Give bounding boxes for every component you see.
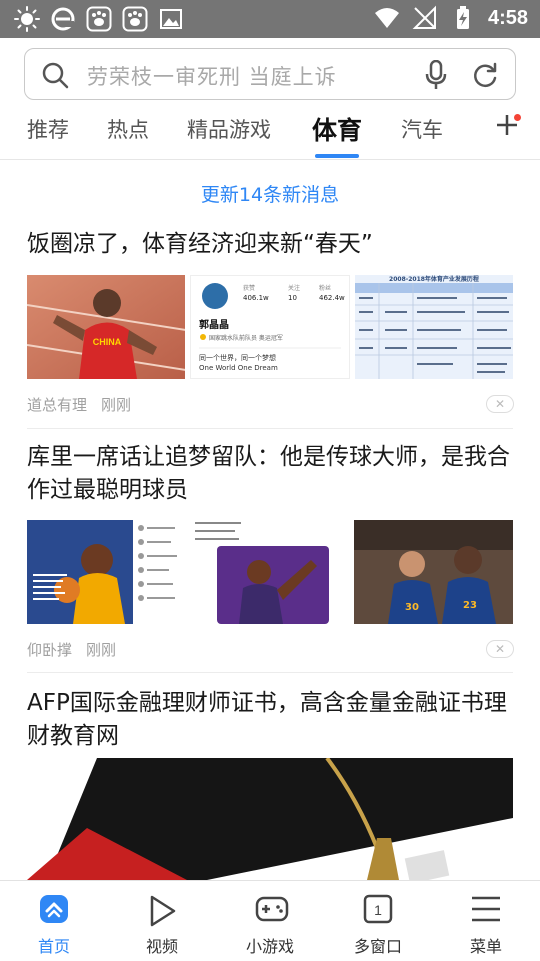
thumbnail-sprinter[interactable]: CHINA xyxy=(27,275,185,379)
stat-label: 关注 xyxy=(288,284,300,292)
bottom-nav: 首页 视频 小游戏 1 多窗口 菜单 xyxy=(0,880,540,960)
thumbnail-table[interactable]: 2008-2018年体育产业发展历程 xyxy=(355,275,513,379)
dismiss-button[interactable]: ✕ xyxy=(486,640,514,658)
profile-motto-en: One World One Dream xyxy=(199,364,278,372)
search-input[interactable]: 劳荣枝一审死刑 当庭上诉 xyxy=(87,61,337,91)
nav-video-label: 视频 xyxy=(145,937,178,956)
jersey-number: 30 xyxy=(405,602,419,613)
jersey-number: 23 xyxy=(463,600,477,611)
active-tab-indicator xyxy=(315,154,359,158)
search-bar[interactable]: 劳荣枝一审死刑 当庭上诉 xyxy=(24,48,516,100)
profile-bio: 国家跳水队前队员 奥运冠军 xyxy=(209,334,283,342)
gamepad-icon[interactable] xyxy=(255,894,289,924)
profile-motto: 同一个世界，同一个梦想 xyxy=(199,353,276,362)
play-icon[interactable] xyxy=(147,894,177,928)
article-source[interactable]: 道总有理 xyxy=(27,396,87,414)
article-image-graduation-cap[interactable] xyxy=(27,758,513,880)
thumbnail-player-list[interactable] xyxy=(190,520,350,624)
notification-dot xyxy=(514,114,521,121)
stat-value: 406.1w xyxy=(243,294,269,302)
home-icon[interactable] xyxy=(39,894,69,924)
stat-label: 粉丝 xyxy=(319,284,331,292)
nav-windows[interactable]: 1 多窗口 xyxy=(333,881,423,961)
clock: 4:58 xyxy=(487,6,528,29)
nav-home-label: 首页 xyxy=(37,937,70,956)
nav-windows-label: 多窗口 xyxy=(353,937,402,956)
article-time: 刚刚 xyxy=(86,641,117,659)
thumbnail-two-players[interactable]: 30 23 xyxy=(354,520,514,624)
tab-games[interactable]: 精品游戏 xyxy=(187,114,271,144)
close-icon[interactable]: ✕ xyxy=(495,642,505,656)
refresh-icon[interactable] xyxy=(471,61,499,89)
table-heading: 2008-2018年体育产业发展历程 xyxy=(389,275,479,283)
sun-icon xyxy=(14,6,40,32)
feed-divider xyxy=(27,428,513,429)
stat-value: 462.4w xyxy=(319,294,345,302)
gallery-icon xyxy=(160,9,182,29)
baidu-paw-icon xyxy=(122,6,148,32)
dismiss-button[interactable]: ✕ xyxy=(486,395,514,413)
stat-value: 10 xyxy=(288,294,297,302)
article-meta: 道总有理 刚刚 xyxy=(27,394,131,415)
nav-mini-games-label: 小游戏 xyxy=(245,937,294,956)
tab-recommended[interactable]: 推荐 xyxy=(27,114,69,144)
nav-home[interactable]: 首页 xyxy=(9,881,99,961)
window-count: 1 xyxy=(374,902,382,918)
battery-charging-icon xyxy=(456,6,469,29)
menu-icon[interactable] xyxy=(471,894,501,924)
feed-divider xyxy=(27,672,513,673)
update-notice[interactable]: 更新14条新消息 xyxy=(0,180,540,207)
close-icon[interactable]: ✕ xyxy=(495,397,505,411)
microphone-icon[interactable] xyxy=(425,60,447,90)
article-meta: 仰卧撑 刚刚 xyxy=(27,639,116,660)
status-bar: 4:58 xyxy=(0,0,540,38)
wifi-icon xyxy=(374,8,399,28)
nav-video[interactable]: 视频 xyxy=(117,881,207,961)
article-title[interactable]: 饭圈凉了，体育经济迎来新“春天” xyxy=(27,228,517,261)
profile-name: 郭晶晶 xyxy=(199,318,229,331)
article-title[interactable]: AFP国际金融理财师证书，高含金量金融证书理财教育网 xyxy=(27,687,517,753)
article-thumbnails[interactable]: 30 23 xyxy=(27,520,514,624)
baidu-paw-icon xyxy=(86,6,112,32)
article-thumbnails[interactable]: CHINA 获赞 406.1w 关注 10 粉丝 462.4w 郭晶晶 国家跳水… xyxy=(27,275,513,379)
tabs-divider xyxy=(0,159,540,160)
windows-icon[interactable]: 1 xyxy=(363,894,393,924)
article-time: 刚刚 xyxy=(101,396,132,414)
nav-menu[interactable]: 菜单 xyxy=(441,881,531,961)
nav-mini-games[interactable]: 小游戏 xyxy=(225,881,315,961)
tab-hot[interactable]: 热点 xyxy=(107,114,149,144)
thumbnail-profile[interactable]: 获赞 406.1w 关注 10 粉丝 462.4w 郭晶晶 国家跳水队前队员 奥… xyxy=(190,275,350,379)
tab-sports[interactable]: 体育 xyxy=(312,111,362,147)
nav-menu-label: 菜单 xyxy=(469,937,502,956)
ie-browser-icon xyxy=(51,7,75,31)
search-icon[interactable] xyxy=(41,61,69,89)
tab-auto[interactable]: 汽车 xyxy=(401,114,443,144)
article-title[interactable]: 库里一席话让追梦留队：他是传球大师，是我合作过最聪明球员 xyxy=(27,441,517,507)
jersey-text: CHINA xyxy=(93,337,122,347)
thumbnail-social-post[interactable] xyxy=(27,520,186,624)
channel-tabs: 推荐 热点 精品游戏 体育 汽车 xyxy=(0,108,540,160)
stat-label: 获赞 xyxy=(243,284,255,292)
no-signal-icon xyxy=(412,5,436,29)
article-source[interactable]: 仰卧撑 xyxy=(27,641,72,659)
